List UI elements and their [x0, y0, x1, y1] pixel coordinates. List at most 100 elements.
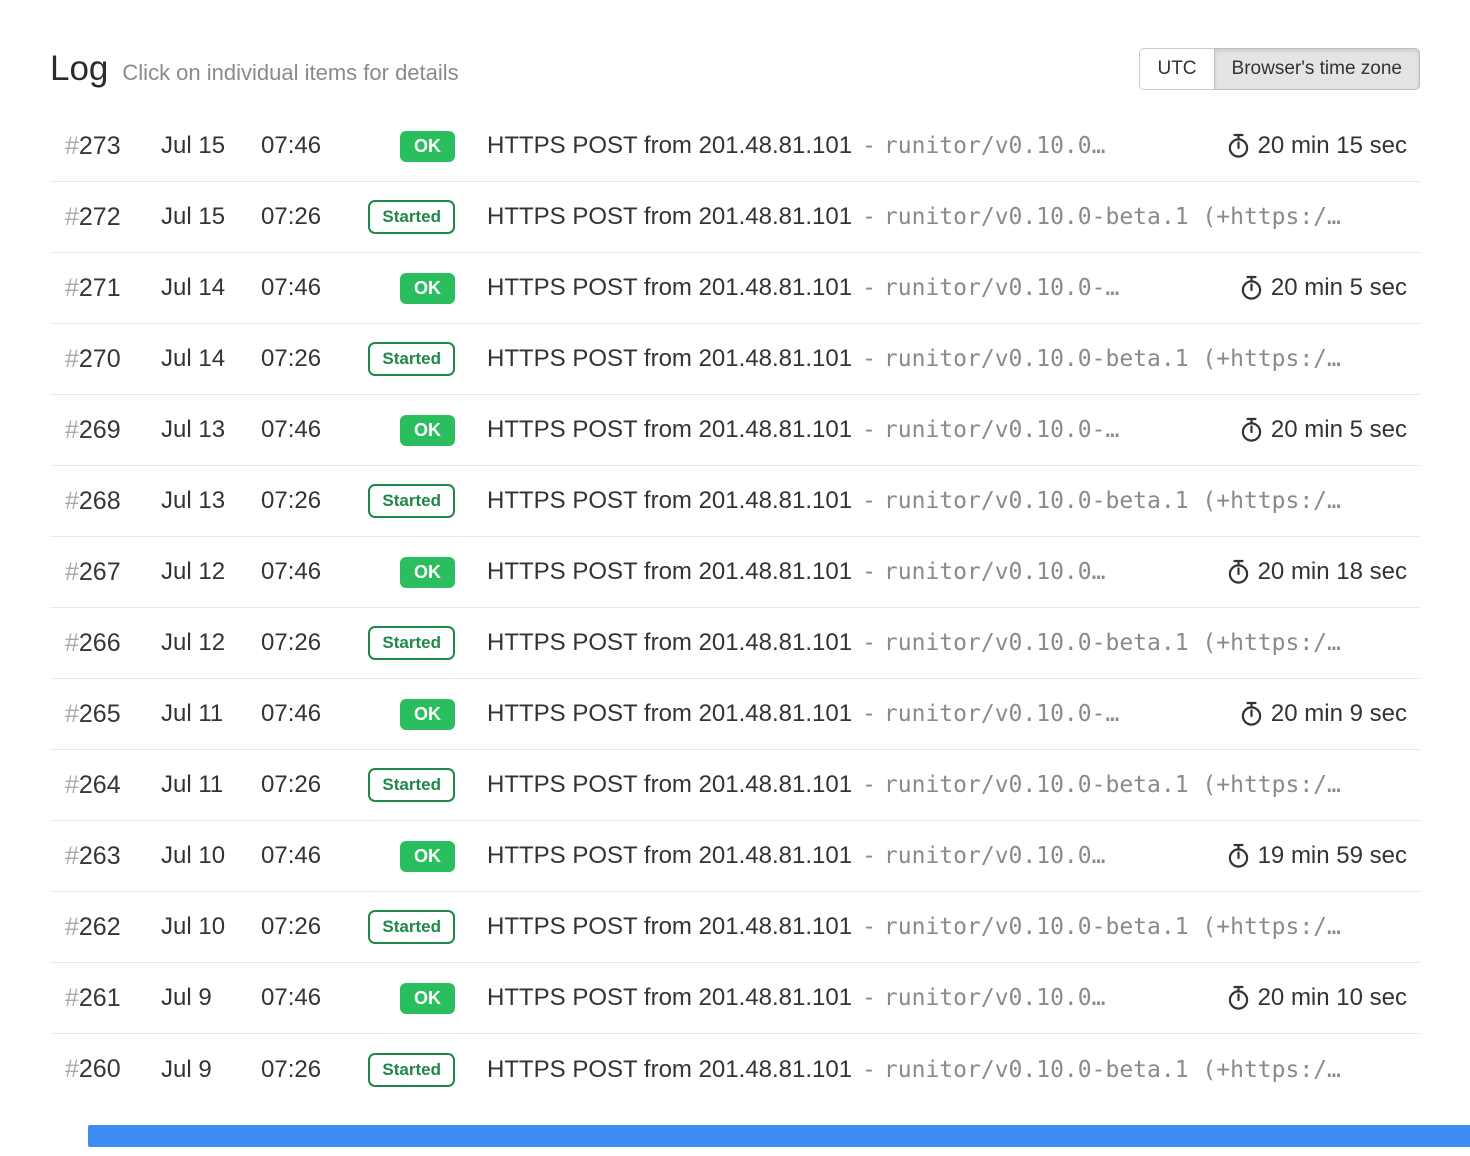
- hash-prefix: #: [65, 203, 79, 231]
- event-duration-text: 20 min 5 sec: [1271, 416, 1407, 444]
- status-badge: Started: [368, 342, 455, 376]
- log-row[interactable]: #262 Jul 10 07:26 Started HTTPS POST fro…: [50, 892, 1420, 963]
- event-duration-text: 20 min 18 sec: [1258, 558, 1407, 586]
- event-number: #273: [50, 132, 161, 161]
- event-duration-text: 20 min 9 sec: [1271, 700, 1407, 728]
- event-number-value: 272: [79, 203, 121, 231]
- hash-prefix: #: [65, 274, 79, 302]
- description-separator: -: [862, 630, 876, 656]
- status-badge: Started: [368, 626, 455, 660]
- event-number-value: 268: [79, 487, 121, 515]
- log-row[interactable]: #263 Jul 10 07:46 OK HTTPS POST from 201…: [50, 821, 1420, 892]
- event-number-value: 262: [79, 913, 121, 941]
- event-time: 07:46: [261, 700, 361, 728]
- description-separator: -: [862, 488, 876, 514]
- log-row[interactable]: #267 Jul 12 07:46 OK HTTPS POST from 201…: [50, 537, 1420, 608]
- page-subtitle: Click on individual items for details: [122, 60, 458, 86]
- user-agent-text: runitor/v0.10.0-beta.1 (+https:/…: [884, 772, 1341, 798]
- title-wrap: Log Click on individual items for detail…: [50, 49, 459, 89]
- log-row[interactable]: #266 Jul 12 07:26 Started HTTPS POST fro…: [50, 608, 1420, 679]
- event-date: Jul 14: [161, 274, 261, 302]
- time-range-slider-bar[interactable]: [88, 1125, 1470, 1147]
- event-description: HTTPS POST from 201.48.81.101-runitor/v0…: [455, 416, 1224, 444]
- log-row[interactable]: #261 Jul 9 07:46 OK HTTPS POST from 201.…: [50, 963, 1420, 1034]
- event-description-main: HTTPS POST from 201.48.81.101: [487, 842, 852, 869]
- stopwatch-icon: [1227, 843, 1250, 869]
- event-duration: 20 min 18 sec: [1211, 558, 1407, 586]
- event-date: Jul 12: [161, 629, 261, 657]
- event-duration: 20 min 5 sec: [1224, 274, 1407, 302]
- status-badge: OK: [400, 557, 455, 588]
- event-number-value: 271: [79, 274, 121, 302]
- event-duration: 20 min 5 sec: [1224, 416, 1407, 444]
- event-number-value: 265: [79, 700, 121, 728]
- event-description: HTTPS POST from 201.48.81.101-runitor/v0…: [455, 487, 1407, 515]
- log-row[interactable]: #271 Jul 14 07:46 OK HTTPS POST from 201…: [50, 253, 1420, 324]
- log-row[interactable]: #269 Jul 13 07:46 OK HTTPS POST from 201…: [50, 395, 1420, 466]
- event-time: 07:46: [261, 416, 361, 444]
- event-duration-text: 20 min 5 sec: [1271, 274, 1407, 302]
- event-number: #270: [50, 345, 161, 374]
- event-description: HTTPS POST from 201.48.81.101-runitor/v0…: [455, 913, 1407, 941]
- event-description-main: HTTPS POST from 201.48.81.101: [487, 487, 852, 514]
- event-date: Jul 13: [161, 416, 261, 444]
- event-number: #260: [50, 1055, 161, 1084]
- event-number: #261: [50, 984, 161, 1013]
- description-separator: -: [862, 204, 876, 230]
- status-badge-cell: OK: [361, 699, 455, 730]
- event-description-main: HTTPS POST from 201.48.81.101: [487, 700, 852, 727]
- stopwatch-icon: [1227, 133, 1250, 159]
- event-description-main: HTTPS POST from 201.48.81.101: [487, 558, 852, 585]
- event-date: Jul 10: [161, 913, 261, 941]
- log-row[interactable]: #265 Jul 11 07:46 OK HTTPS POST from 201…: [50, 679, 1420, 750]
- event-description: HTTPS POST from 201.48.81.101-runitor/v0…: [455, 558, 1211, 586]
- log-row[interactable]: #273 Jul 15 07:46 OK HTTPS POST from 201…: [50, 111, 1420, 182]
- event-number-value: 270: [79, 345, 121, 373]
- event-description-main: HTTPS POST from 201.48.81.101: [487, 1056, 852, 1083]
- event-number-value: 261: [79, 984, 121, 1012]
- event-number: #264: [50, 771, 161, 800]
- log-row[interactable]: #260 Jul 9 07:26 Started HTTPS POST from…: [50, 1034, 1420, 1105]
- event-description-main: HTTPS POST from 201.48.81.101: [487, 274, 852, 301]
- status-badge: Started: [368, 910, 455, 944]
- description-separator: -: [862, 346, 876, 372]
- log-row[interactable]: #270 Jul 14 07:26 Started HTTPS POST fro…: [50, 324, 1420, 395]
- browser-timezone-button[interactable]: Browser's time zone: [1214, 48, 1420, 90]
- status-badge: OK: [400, 699, 455, 730]
- stopwatch-icon: [1227, 559, 1250, 585]
- event-date: Jul 12: [161, 558, 261, 586]
- status-badge-cell: Started: [361, 1053, 455, 1087]
- event-duration: 20 min 15 sec: [1211, 132, 1407, 160]
- status-badge-cell: OK: [361, 273, 455, 304]
- log-page: Log Click on individual items for detail…: [50, 0, 1420, 1105]
- user-agent-text: runitor/v0.10.0-beta.1 (+https:/…: [884, 1057, 1341, 1083]
- description-separator: -: [862, 914, 876, 940]
- event-number-value: 260: [79, 1055, 121, 1083]
- event-description-main: HTTPS POST from 201.48.81.101: [487, 203, 852, 230]
- event-number: #271: [50, 274, 161, 303]
- description-separator: -: [862, 133, 876, 159]
- status-badge-cell: OK: [361, 983, 455, 1014]
- status-badge: Started: [368, 768, 455, 802]
- event-number-value: 264: [79, 771, 121, 799]
- event-time: 07:26: [261, 629, 361, 657]
- user-agent-text: runitor/v0.10.0-beta.1 (+https:/…: [884, 488, 1341, 514]
- event-description-main: HTTPS POST from 201.48.81.101: [487, 416, 852, 443]
- hash-prefix: #: [65, 345, 79, 373]
- user-agent-text: runitor/v0.10.0-beta.1 (+https:/…: [884, 630, 1341, 656]
- log-row[interactable]: #268 Jul 13 07:26 Started HTTPS POST fro…: [50, 466, 1420, 537]
- log-row[interactable]: #264 Jul 11 07:26 Started HTTPS POST fro…: [50, 750, 1420, 821]
- hash-prefix: #: [65, 984, 79, 1012]
- page-header: Log Click on individual items for detail…: [50, 0, 1420, 90]
- user-agent-text: runitor/v0.10.0-…: [884, 417, 1119, 443]
- event-number: #262: [50, 913, 161, 942]
- event-number: #269: [50, 416, 161, 445]
- status-badge-cell: Started: [361, 768, 455, 802]
- event-date: Jul 9: [161, 1056, 261, 1084]
- log-row[interactable]: #272 Jul 15 07:26 Started HTTPS POST fro…: [50, 182, 1420, 253]
- status-badge: OK: [400, 273, 455, 304]
- hash-prefix: #: [65, 487, 79, 515]
- event-time: 07:26: [261, 1056, 361, 1084]
- utc-button[interactable]: UTC: [1139, 48, 1214, 90]
- hash-prefix: #: [65, 629, 79, 657]
